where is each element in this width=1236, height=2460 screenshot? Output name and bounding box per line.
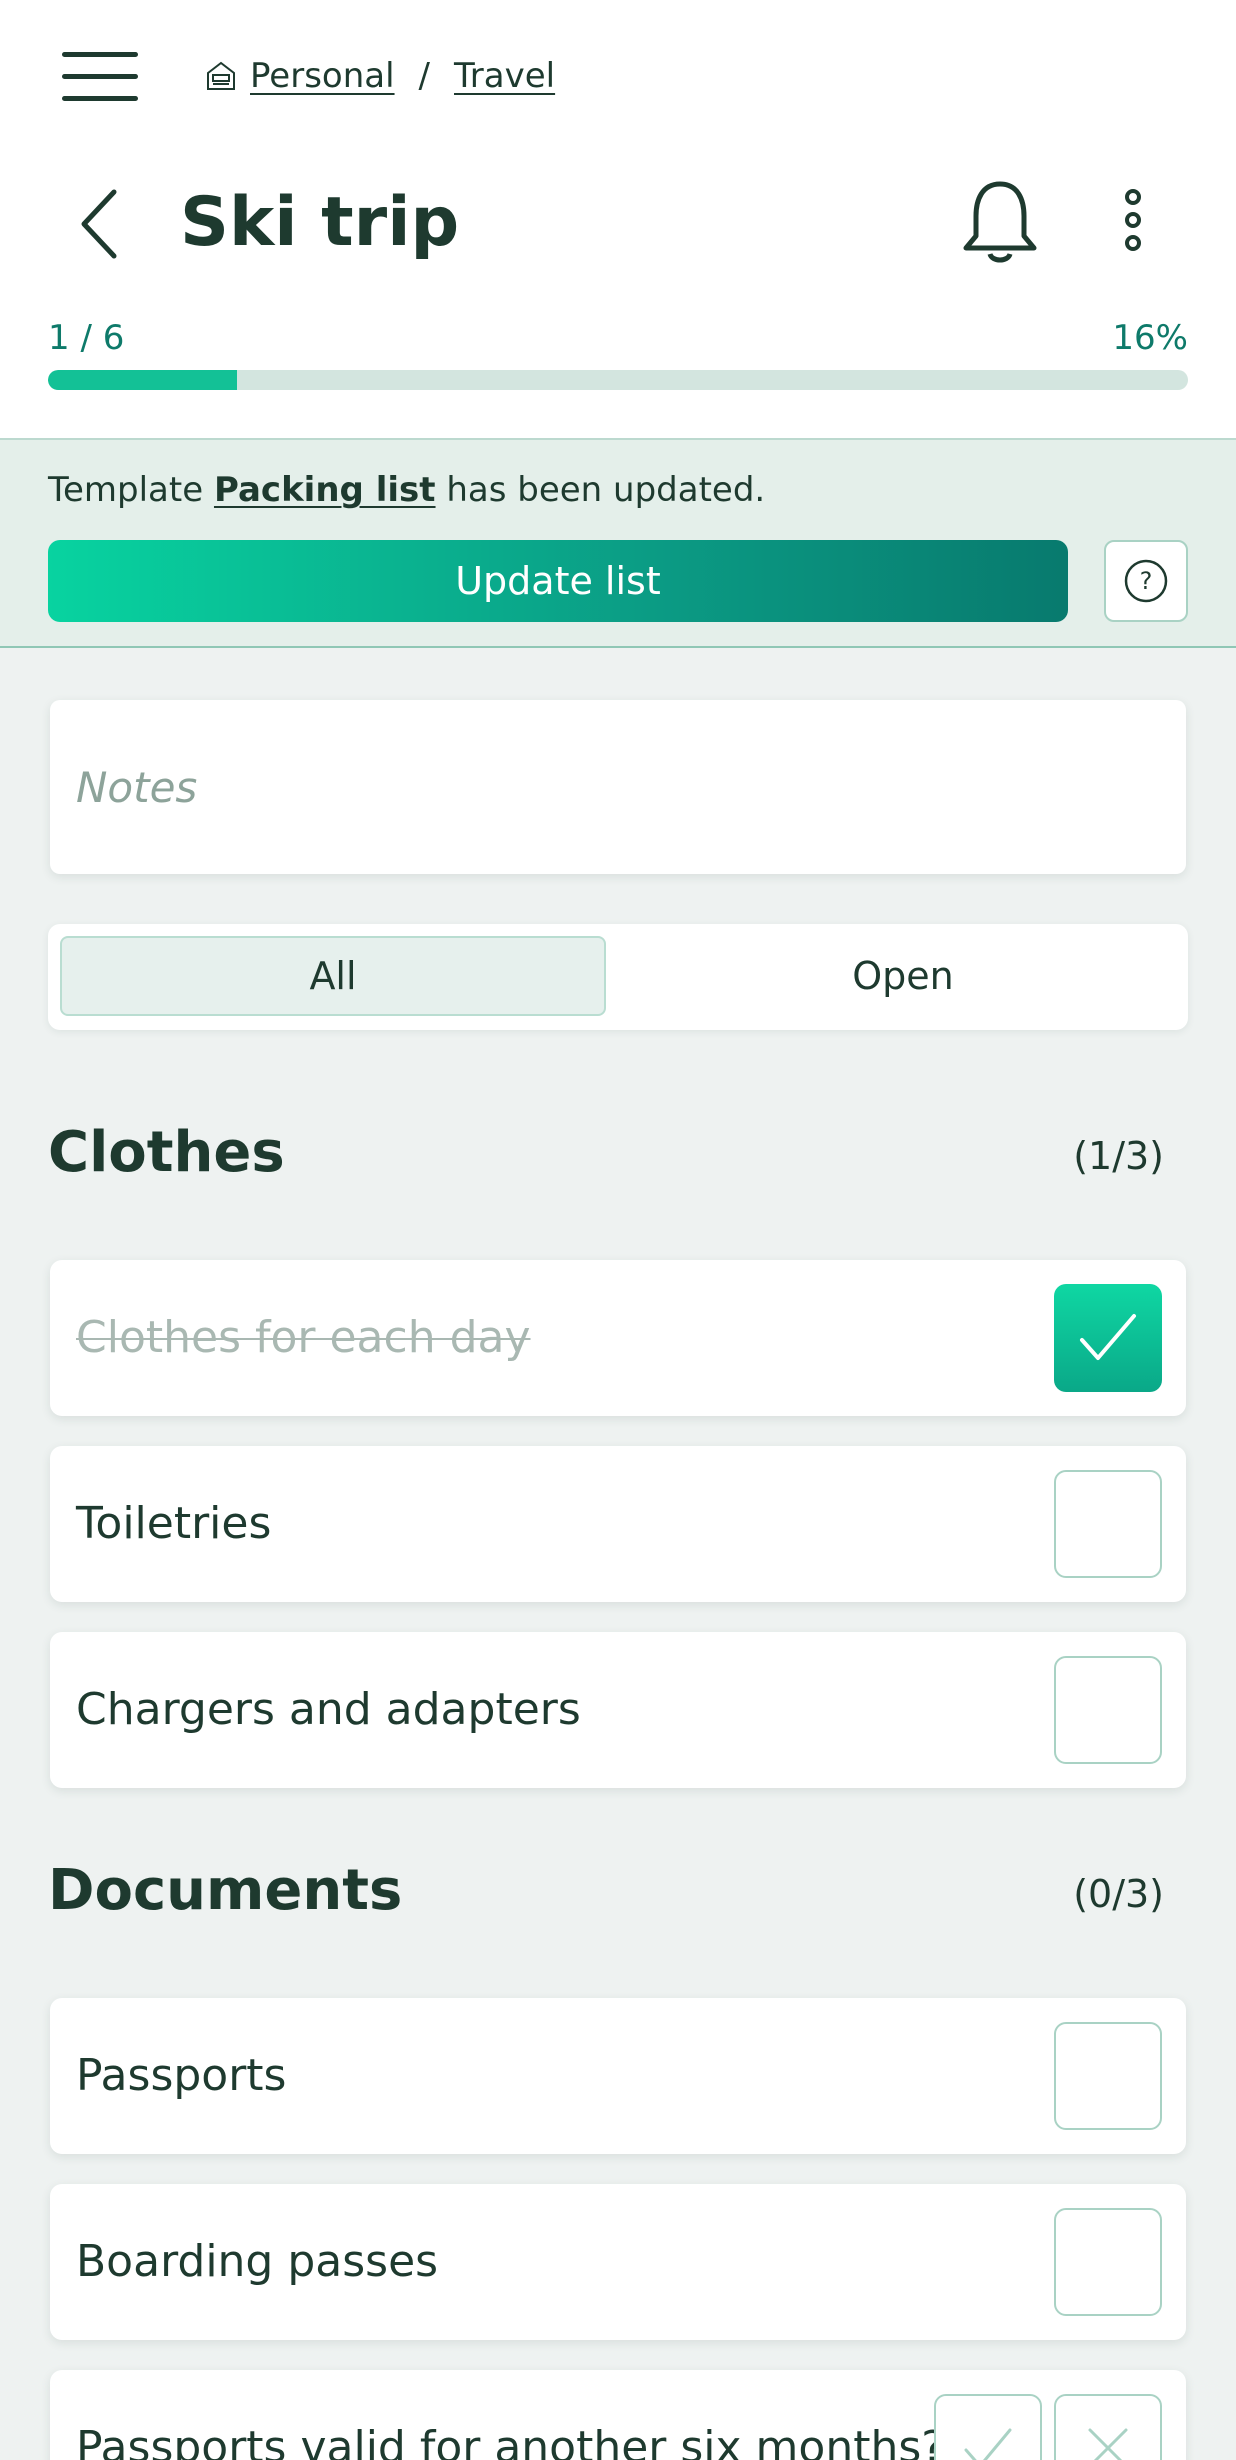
bell-icon[interactable]	[960, 178, 1040, 268]
help-icon: ?	[1124, 559, 1168, 603]
filter-open-tab[interactable]: Open	[630, 936, 1176, 1016]
help-icon-label: ?	[1140, 567, 1153, 595]
item-checkbox[interactable]	[1054, 2022, 1162, 2130]
checkmark-icon	[1080, 1314, 1136, 1360]
chevron-left-icon[interactable]	[74, 184, 124, 264]
list-item[interactable]: Passports valid for another six months?	[50, 2370, 1186, 2460]
confirm-no-button[interactable]	[1054, 2394, 1162, 2460]
item-checkbox[interactable]	[1054, 1656, 1162, 1764]
banner-text-after: has been updated.	[446, 470, 766, 510]
breadcrumb: Personal / Travel	[204, 56, 555, 96]
template-update-banner: Template Packing list has been updated. …	[0, 438, 1236, 648]
progress-bar	[48, 370, 1188, 390]
banner-text-before: Template	[48, 470, 204, 510]
progress-count: 1 / 6	[48, 318, 125, 358]
list-item-label: Toiletries	[76, 1498, 272, 1549]
list-item[interactable]: Chargers and adapters	[50, 1632, 1186, 1788]
filter-segmented-control: All Open	[48, 924, 1188, 1030]
update-list-button[interactable]: Update list	[48, 540, 1068, 622]
filter-all-tab[interactable]: All	[60, 936, 606, 1016]
list-item[interactable]: Toiletries	[50, 1446, 1186, 1602]
notes-input[interactable]	[50, 700, 1186, 874]
checkmark-icon	[964, 2428, 1012, 2460]
breadcrumb-separator: /	[418, 56, 431, 96]
x-icon	[1088, 2428, 1128, 2460]
list-item[interactable]: Boarding passes	[50, 2184, 1186, 2340]
page-title: Ski trip	[180, 183, 460, 262]
progress-percent: 16%	[1112, 318, 1188, 358]
section-count-clothes: (1/3)	[1073, 1134, 1164, 1178]
home-icon	[207, 61, 235, 90]
section-count-documents: (0/3)	[1073, 1872, 1164, 1916]
more-vertical-icon[interactable]	[1118, 188, 1148, 252]
template-link[interactable]: Packing list	[214, 470, 436, 510]
item-checkbox-checked[interactable]	[1054, 1284, 1162, 1392]
hamburger-menu-icon[interactable]	[62, 52, 140, 102]
breadcrumb-travel[interactable]: Travel	[454, 56, 555, 96]
progress-bar-fill	[48, 370, 238, 390]
list-item[interactable]: Passports	[50, 1998, 1186, 2154]
section-title-documents: Documents	[48, 1858, 403, 1923]
item-checkbox[interactable]	[1054, 2208, 1162, 2316]
list-item-label: Boarding passes	[76, 2236, 439, 2287]
app-header: Personal / Travel Ski trip 1 / 6 16%	[0, 0, 1236, 438]
list-item-label: Passports valid for another six months?	[76, 2422, 945, 2460]
list-item-label: Clothes for each day	[76, 1312, 531, 1363]
section-title-clothes: Clothes	[48, 1120, 285, 1185]
list-item-label: Passports	[76, 2050, 287, 2101]
banner-message: Template Packing list has been updated.	[48, 470, 765, 510]
confirm-yes-button[interactable]	[934, 2394, 1042, 2460]
list-item-label: Chargers and adapters	[76, 1684, 581, 1735]
help-button[interactable]: ?	[1104, 540, 1188, 622]
item-checkbox[interactable]	[1054, 1470, 1162, 1578]
breadcrumb-personal[interactable]: Personal	[250, 56, 395, 96]
list-item[interactable]: Clothes for each day	[50, 1260, 1186, 1416]
